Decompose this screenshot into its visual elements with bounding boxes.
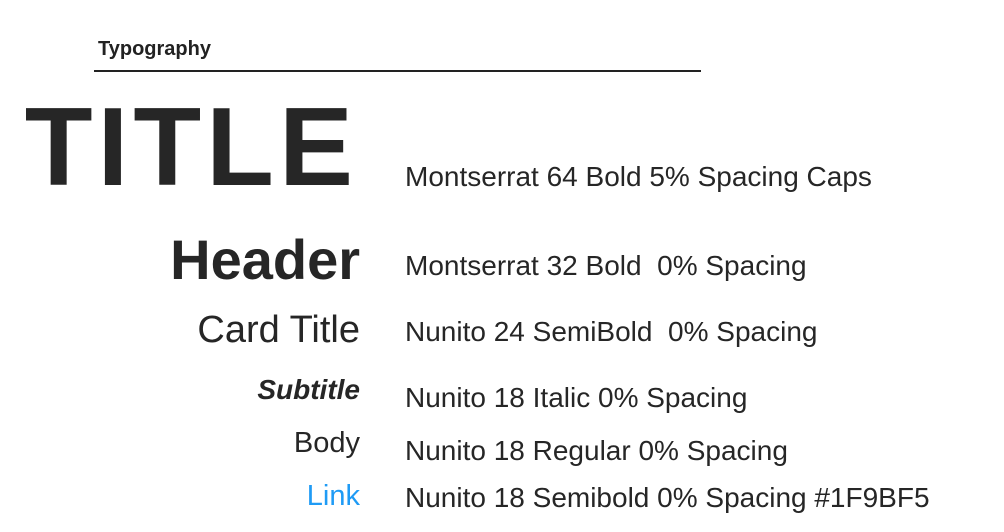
body-sample: Body	[293, 427, 360, 459]
subtitle-sample: Subtitle	[257, 374, 360, 405]
body-description: Nunito 18 Regular 0% Spacing	[405, 435, 788, 466]
header-sample: Header	[170, 228, 360, 291]
title-sample: TITLE	[24, 85, 358, 209]
section-heading: Typography	[98, 38, 211, 60]
card-title-sample: Card Title	[197, 309, 360, 351]
card-title-description: Nunito 24 SemiBold 0% Spacing	[405, 316, 818, 347]
link-description: Nunito 18 Semibold 0% Spacing #1F9BF5	[405, 482, 930, 513]
link-sample[interactable]: Link	[307, 482, 360, 511]
header-description: Montserrat 32 Bold 0% Spacing	[405, 250, 807, 281]
heading-divider	[94, 70, 701, 72]
title-description: Montserrat 64 Bold 5% Spacing Caps	[405, 161, 872, 192]
subtitle-description: Nunito 18 Italic 0% Spacing	[405, 382, 748, 413]
